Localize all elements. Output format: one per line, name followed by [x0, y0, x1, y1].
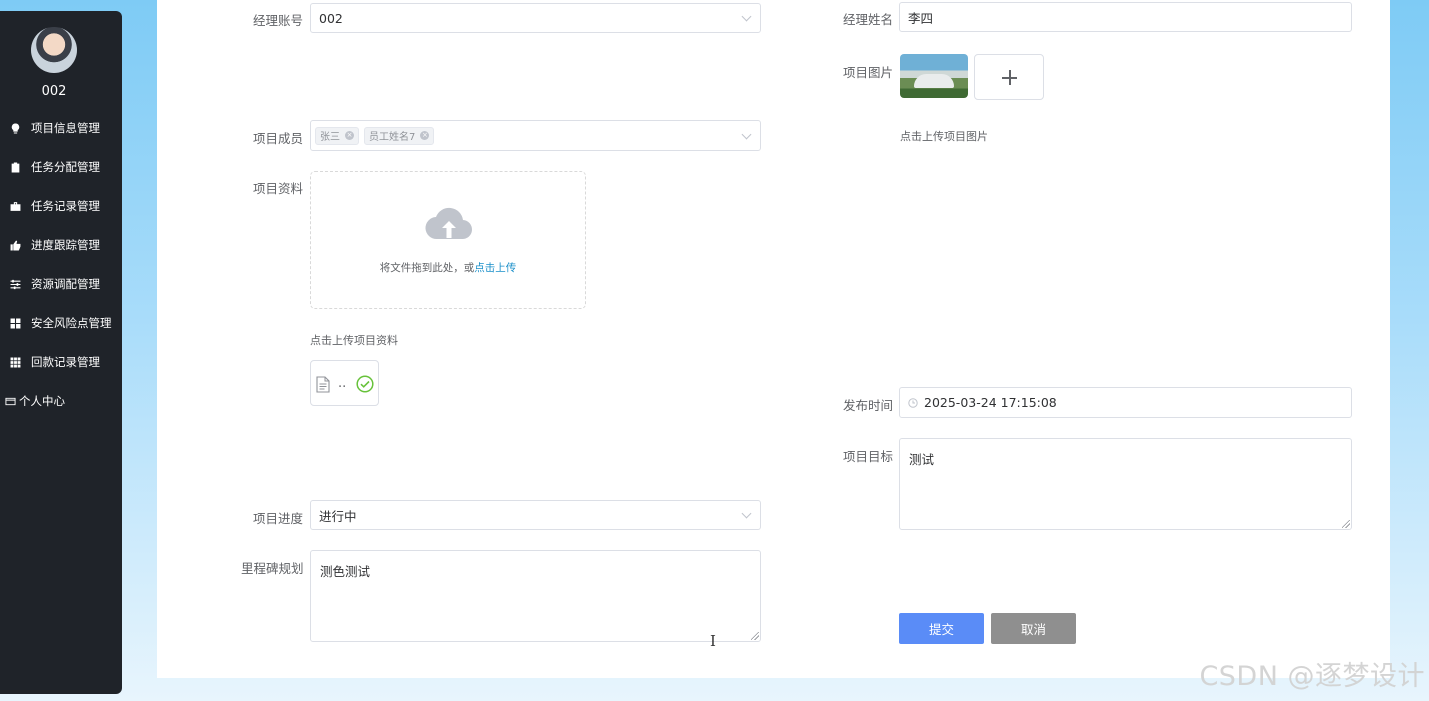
click-upload-link[interactable]: 点击上传	[474, 262, 516, 274]
project-image-thumbnail[interactable]	[900, 54, 968, 98]
sidebar-item-task-records[interactable]: 任务记录管理	[10, 196, 100, 216]
sidebar-item-progress[interactable]: 进度跟踪管理	[10, 235, 100, 255]
milestone-plan-label: 里程碑规划	[241, 561, 304, 576]
sidebar-item-profile[interactable]: 个人中心	[4, 391, 65, 411]
grid-icon	[10, 318, 21, 329]
check-circle-icon	[356, 375, 374, 393]
publish-time-label: 发布时间	[843, 398, 894, 413]
project-members-select[interactable]: 张三 × 员工姓名7 ×	[310, 120, 761, 151]
sidebar-item-label: 任务分配管理	[31, 160, 100, 174]
sidebar-item-label: 资源调配管理	[31, 277, 100, 291]
resize-handle-icon[interactable]	[1342, 520, 1350, 528]
publish-time-value: 2025-03-24 17:15:08	[924, 395, 1057, 410]
upload-instructions: 将文件拖到此处，或点击上传	[379, 262, 517, 274]
form-panel: 经理账号 002 经理姓名 李四 项目图片 点击上传项目图片 项目成员 张三 × …	[157, 0, 1390, 678]
member-tag: 员工姓名7 ×	[364, 126, 435, 145]
member-tag: 张三 ×	[315, 126, 359, 145]
sidebar: 002 项目信息管理 任务分配管理 任务记录管理 进度跟踪管理 资源调配管理 安…	[0, 11, 122, 694]
cancel-button[interactable]: 取消	[991, 613, 1076, 644]
watermark: CSDN @逐梦设计	[1199, 661, 1425, 692]
id-card-icon	[4, 396, 16, 407]
project-progress-label: 项目进度	[253, 511, 304, 526]
milestone-plan-textarea[interactable]: 测色测试	[310, 550, 761, 642]
sidebar-item-task-assign[interactable]: 任务分配管理	[10, 157, 100, 177]
briefcase-icon	[10, 201, 21, 212]
add-image-button[interactable]	[974, 54, 1044, 100]
cloud-upload-icon	[425, 207, 473, 240]
sidebar-item-payment-records[interactable]: 回款记录管理	[10, 352, 100, 372]
lightbulb-icon	[10, 123, 21, 134]
text-cursor-icon: I	[710, 632, 716, 650]
publish-time-picker[interactable]: 2025-03-24 17:15:08	[899, 387, 1352, 418]
project-files-hint: 点击上传项目资料	[310, 334, 398, 347]
project-goal-label: 项目目标	[843, 449, 894, 464]
project-progress-select[interactable]: 进行中	[310, 500, 761, 530]
chevron-down-icon	[741, 11, 752, 22]
sidebar-item-label: 项目信息管理	[31, 121, 100, 135]
close-icon[interactable]: ×	[420, 131, 430, 140]
manager-name-label: 经理姓名	[843, 12, 894, 27]
resize-handle-icon[interactable]	[751, 632, 759, 640]
sidebar-item-safety-risk[interactable]: 安全风险点管理	[10, 313, 112, 333]
chevron-down-icon	[741, 129, 752, 139]
manager-name-value: 李四	[908, 10, 934, 26]
project-image	[900, 54, 968, 98]
sidebar-item-label: 任务记录管理	[31, 199, 100, 213]
project-files-label: 项目资料	[253, 181, 304, 196]
uploaded-file-card[interactable]: ..	[310, 360, 379, 406]
document-icon	[316, 376, 330, 393]
sidebar-username: 002	[41, 84, 67, 99]
table-icon	[10, 357, 21, 368]
thumbs-up-icon	[10, 240, 21, 251]
submit-button[interactable]: 提交	[899, 613, 984, 644]
avatar[interactable]	[31, 27, 77, 73]
uploaded-file-name: ..	[338, 376, 347, 391]
project-image-hint: 点击上传项目图片	[900, 130, 988, 143]
project-progress-value: 进行中	[319, 508, 357, 524]
project-goal-textarea[interactable]: 测试	[899, 438, 1352, 530]
manager-account-label: 经理账号	[253, 13, 304, 28]
sidebar-item-resources[interactable]: 资源调配管理	[10, 274, 100, 294]
sidebar-item-label: 安全风险点管理	[31, 316, 112, 330]
sidebar-item-project-info[interactable]: 项目信息管理	[10, 118, 100, 138]
manager-account-value: 002	[319, 10, 343, 26]
chevron-down-icon	[741, 508, 752, 519]
sidebar-item-label: 个人中心	[19, 394, 65, 408]
clock-icon	[908, 397, 918, 408]
project-goal-value: 测试	[909, 452, 935, 467]
file-upload-dropzone[interactable]: 将文件拖到此处，或点击上传	[310, 171, 586, 309]
project-members-label: 项目成员	[253, 131, 304, 146]
manager-account-select[interactable]: 002	[310, 3, 761, 33]
clipboard-icon	[10, 162, 21, 173]
close-icon[interactable]: ×	[345, 131, 354, 140]
sidebar-item-label: 回款记录管理	[31, 355, 100, 369]
project-image-label: 项目图片	[843, 65, 894, 80]
manager-name-input[interactable]: 李四	[899, 2, 1352, 32]
sliders-icon	[10, 279, 21, 290]
sidebar-item-label: 进度跟踪管理	[31, 238, 100, 252]
milestone-plan-value: 测色测试	[320, 564, 371, 579]
